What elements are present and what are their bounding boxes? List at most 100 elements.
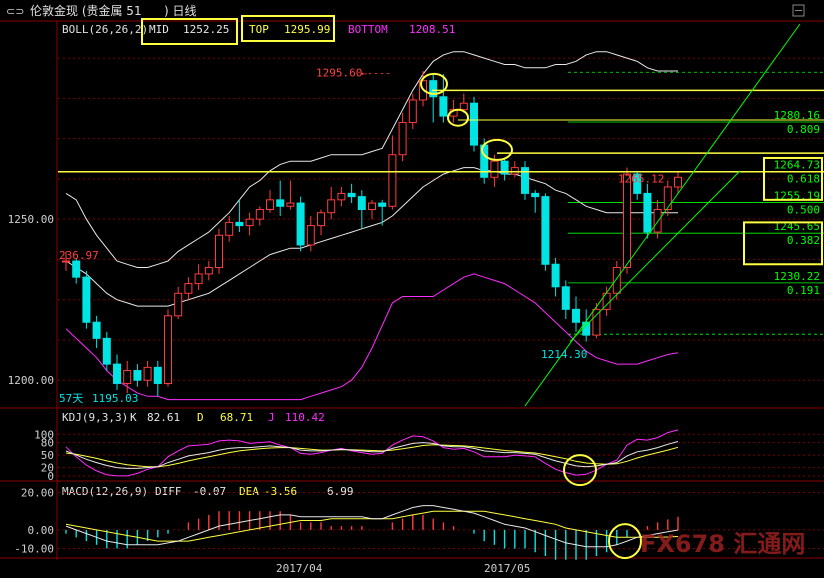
candle-body xyxy=(510,167,519,175)
kdj-j-line xyxy=(65,429,679,477)
candle-body xyxy=(306,225,315,246)
kdj-axis-ticks: 1008050200 xyxy=(34,428,54,483)
macd-tick-label: 20.00 xyxy=(21,487,54,500)
kdj-k-value: 82.61 xyxy=(147,411,180,424)
annotation-overlay: 1295.60←---- 236.97 57天 1195.03 1214.30 1265.… xyxy=(58,23,824,407)
candle-body xyxy=(92,321,101,339)
fib-price-label: 1230.22 xyxy=(774,270,820,283)
menu-icon[interactable]: ⊂⊃ xyxy=(6,5,24,18)
candle-body xyxy=(612,266,621,294)
candle-body xyxy=(296,202,305,246)
candle-body xyxy=(123,370,132,384)
boll-top-line xyxy=(65,51,678,268)
price-axis-ticks: 1250.00 1200.00 xyxy=(8,213,54,387)
bottom-value: 1208.51 xyxy=(409,23,455,36)
candle-body xyxy=(164,315,172,384)
macd-header: MACD(12,26,9) DIFF -0.07 DEA -3.56 6.99 xyxy=(62,485,354,498)
kdj-name: KDJ(9,3,3) xyxy=(62,411,128,424)
x-label-april: 2017/04 xyxy=(276,562,323,575)
boll-name: BOLL(26,26,2) xyxy=(62,23,148,36)
candle-body xyxy=(102,337,111,365)
low-price-annotation: 1195.03 xyxy=(92,392,138,405)
candle-body xyxy=(184,283,193,294)
kdj-k-label: K xyxy=(130,411,137,424)
candle-body xyxy=(255,209,264,220)
kdj-tick-label: 0 xyxy=(47,470,54,483)
macd-diff-value: -0.07 xyxy=(193,485,226,498)
price-tick-label: 1250.00 xyxy=(8,213,54,226)
kdj-d-label: D xyxy=(197,411,204,424)
title-bar: ⊂⊃ 伦敦金现 (贵金属 51 ) 日线 xyxy=(6,3,805,18)
price-tick-label: 1200.00 xyxy=(8,374,54,387)
fib-ratio-label: 0.382 xyxy=(787,234,820,247)
duration-annotation: 57天 xyxy=(59,392,83,405)
candle-body xyxy=(388,154,397,207)
candle-body xyxy=(541,196,550,265)
candle-body xyxy=(235,221,244,227)
top-label: TOP xyxy=(249,23,269,36)
boll-header: BOLL(26,26,2) MID 1252.25 TOP 1295.99 BO… xyxy=(62,15,455,45)
macd-tick-label: 0.00 xyxy=(28,524,55,537)
chart-canvas: ⊂⊃ 伦敦金现 (贵金属 51 ) 日线 BOLL(26,26,2) MID 1… xyxy=(0,3,824,575)
high-price-arrow: ←---- xyxy=(361,68,391,79)
candle-body xyxy=(327,199,336,214)
recent-high-annotation: 1265.12 xyxy=(618,172,664,185)
candle-body xyxy=(82,276,91,323)
trend-line-inner xyxy=(569,170,741,342)
candle-body xyxy=(408,99,417,124)
macd-dea-label: DEA xyxy=(239,485,259,498)
candle-body xyxy=(459,102,468,111)
candle-body xyxy=(286,202,295,207)
candle-body xyxy=(347,192,356,198)
kdj-tick-label: 50 xyxy=(41,449,54,462)
candle-body xyxy=(623,173,631,268)
candle-body xyxy=(133,370,142,381)
candle-body xyxy=(398,122,407,156)
macd-cross-circle xyxy=(608,523,642,560)
fib-ratio-label: 0.809 xyxy=(787,123,820,136)
candle-body xyxy=(337,192,346,201)
candle-body xyxy=(551,263,560,288)
macd-tick-label: -10.00 xyxy=(14,543,54,556)
candle-body xyxy=(561,286,570,310)
kdj-lines xyxy=(58,429,824,487)
candle-body xyxy=(225,221,234,236)
candle-body xyxy=(357,196,366,211)
mid-value: 1252.25 xyxy=(183,23,229,36)
candle-body xyxy=(245,218,254,227)
candle-body xyxy=(531,192,540,198)
mid-label: MID xyxy=(149,23,169,36)
fib-price-label: 1264.73 xyxy=(774,159,820,172)
kdj-d-value: 68.71 xyxy=(220,411,253,424)
candle-body xyxy=(572,308,580,323)
candle-body xyxy=(153,366,162,384)
kdj-tick-label: 80 xyxy=(41,437,54,450)
candle-body xyxy=(663,186,672,211)
kdj-k-line xyxy=(65,441,679,469)
macd-value: 6.99 xyxy=(327,485,354,498)
candle-body xyxy=(174,292,183,317)
candle-body xyxy=(215,234,223,268)
window-title-tail: ) 日线 xyxy=(164,4,197,18)
candle-body xyxy=(674,176,682,188)
candle-body xyxy=(490,160,499,178)
left-price-annotation: 236.97 xyxy=(59,249,99,262)
boll-mid-line xyxy=(65,167,678,307)
macd-dea-value: -3.56 xyxy=(264,485,297,498)
candle-body xyxy=(470,102,478,146)
macd-axis-ticks: 20.00 0.00 -10.00 xyxy=(14,487,54,556)
highlight-circle xyxy=(447,108,469,127)
watermark-text: FX678 汇通网 xyxy=(640,530,805,558)
bottom-label: BOTTOM xyxy=(348,23,388,36)
macd-diff-label: DIFF xyxy=(155,485,182,498)
kdj-j-label: J xyxy=(268,411,275,424)
window-title: 伦敦金现 (贵金属 51 xyxy=(30,3,142,18)
fib-ratio-label: 0.191 xyxy=(787,284,820,297)
high-price-annotation: 1295.60 xyxy=(316,66,362,79)
candle-body xyxy=(194,273,203,285)
candle-body xyxy=(643,192,652,233)
candle-body xyxy=(439,96,448,117)
candle-body xyxy=(266,199,274,211)
top-value: 1295.99 xyxy=(284,23,330,36)
candle-body xyxy=(317,212,325,227)
